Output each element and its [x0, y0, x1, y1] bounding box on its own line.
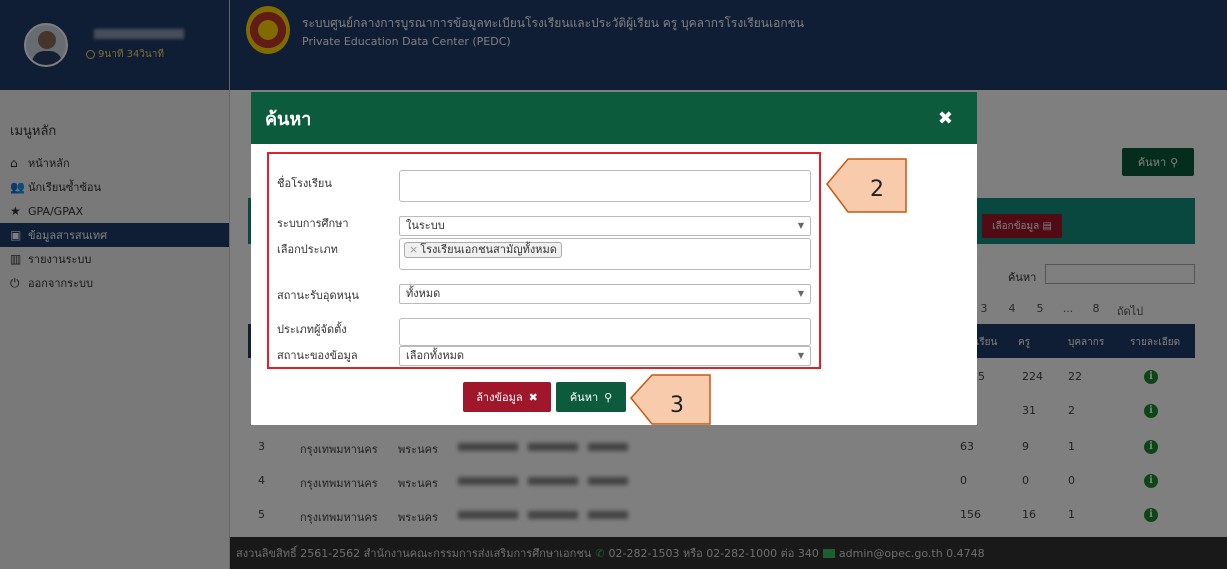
close-icon: ✖	[528, 390, 538, 404]
search-icon: ⚲	[604, 390, 613, 404]
data-status-value: เลือกทั้งหมด	[406, 349, 465, 362]
school-name-label: ชื่อโรงเรียน	[277, 177, 332, 190]
callout-2-number: 2	[870, 177, 884, 202]
search-button-label: ค้นหา	[569, 391, 599, 404]
search-button[interactable]: ค้นหา ⚲	[556, 382, 626, 412]
type-label: เลือกประเภท	[277, 243, 338, 256]
chevron-down-icon: ▼	[797, 221, 804, 230]
callout-2: 2	[826, 158, 907, 213]
data-status-label: สถานะของข้อมูล	[277, 349, 358, 362]
subsidy-select[interactable]: ทั้งหมด ▼	[399, 284, 811, 304]
type-tag-label: โรงเรียนเอกชนสามัญทั้งหมด	[420, 243, 557, 256]
school-name-input[interactable]	[399, 170, 811, 202]
chevron-down-icon: ▼	[797, 289, 804, 298]
close-icon[interactable]: ✖	[938, 108, 953, 129]
type-tag[interactable]: × โรงเรียนเอกชนสามัญทั้งหมด	[404, 242, 562, 258]
subsidy-value: ทั้งหมด	[406, 287, 441, 300]
founder-input[interactable]	[399, 318, 811, 346]
founder-label: ประเภทผู้จัดตั้ง	[277, 323, 347, 336]
modal-title: ค้นหา	[265, 108, 312, 130]
modal-header: ค้นหา ✖	[251, 92, 977, 144]
chevron-down-icon: ▼	[797, 351, 804, 360]
callout-3-number: 3	[670, 393, 684, 418]
clear-button-label: ล้างข้อมูล	[476, 391, 523, 404]
edu-system-label: ระบบการศึกษา	[277, 217, 349, 230]
subsidy-label: สถานะรับอุดหนุน	[277, 289, 359, 302]
clear-button[interactable]: ล้างข้อมูล ✖	[463, 382, 551, 412]
search-form: ชื่อโรงเรียน ระบบการศึกษา ในระบบ ▼ เลือก…	[267, 152, 821, 369]
edu-system-value: ในระบบ	[406, 219, 445, 232]
data-status-select[interactable]: เลือกทั้งหมด ▼	[399, 346, 811, 366]
search-modal: ค้นหา ✖ ชื่อโรงเรียน ระบบการศึกษา ในระบบ…	[251, 92, 977, 425]
type-multiselect[interactable]: × โรงเรียนเอกชนสามัญทั้งหมด	[399, 238, 811, 270]
edu-system-select[interactable]: ในระบบ ▼	[399, 216, 811, 236]
callout-3: 3	[630, 374, 711, 425]
remove-tag-icon[interactable]: ×	[409, 243, 418, 256]
